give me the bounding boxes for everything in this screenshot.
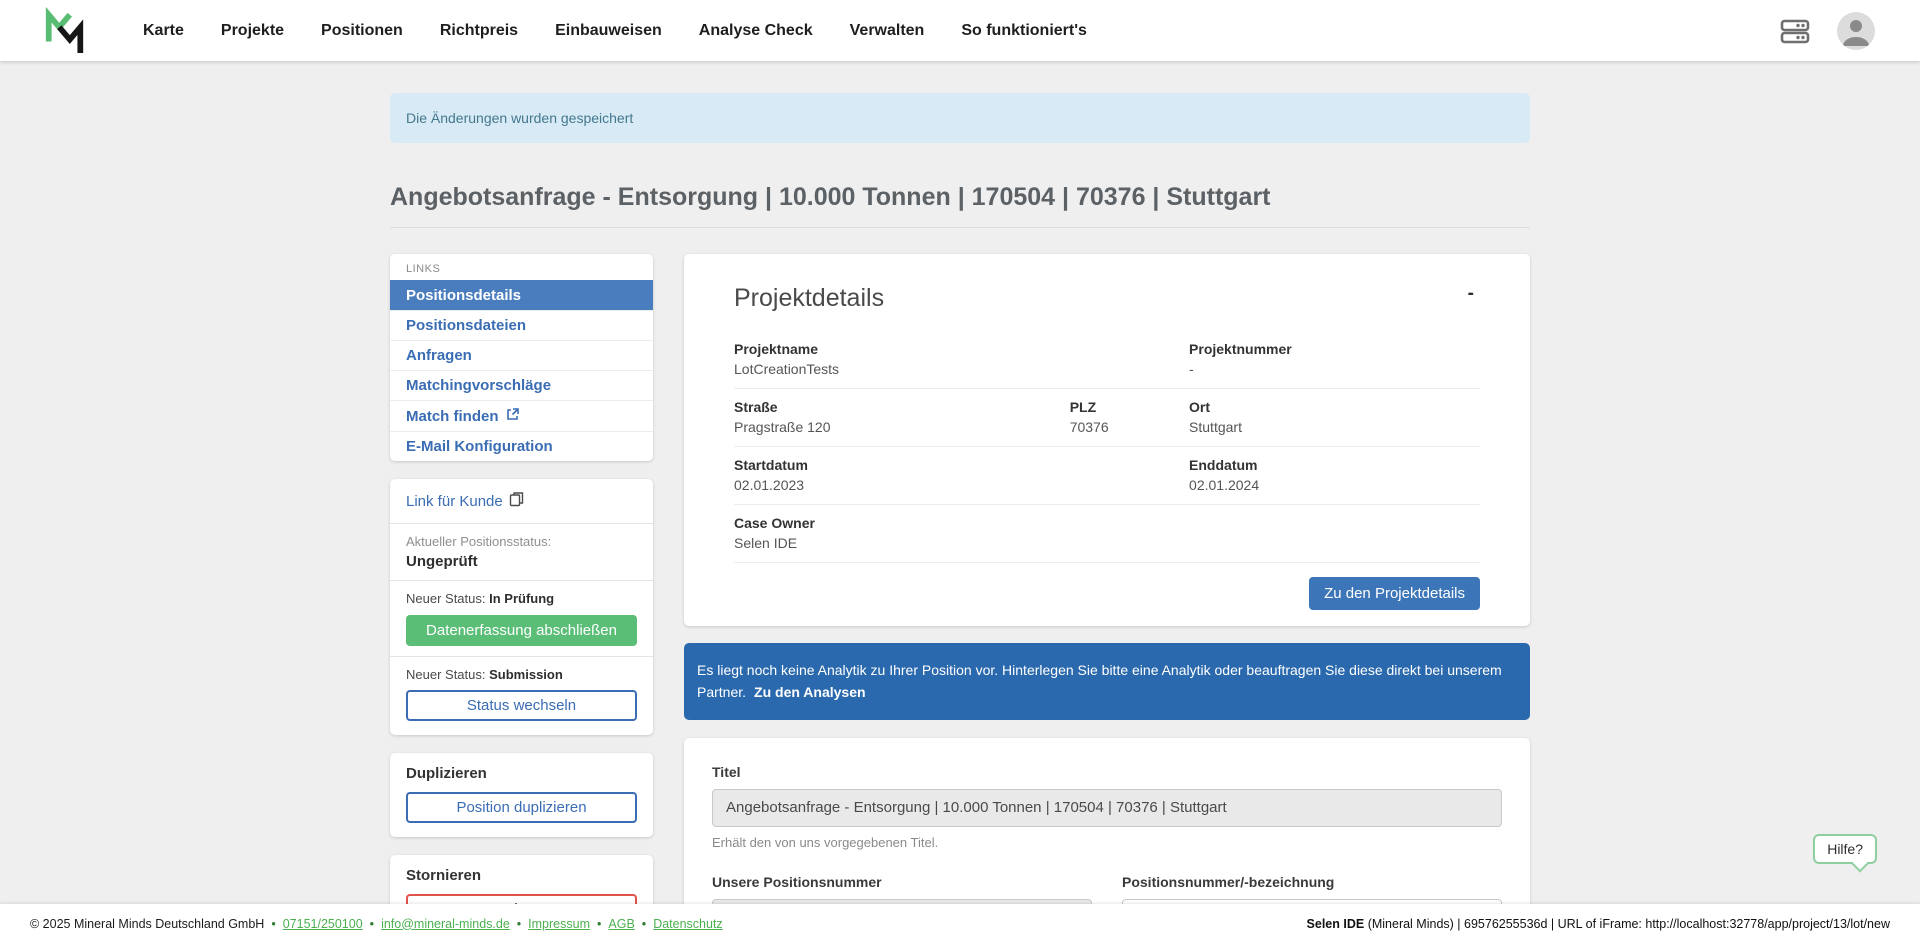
nav-item-analyse-check[interactable]: Analyse Check — [699, 22, 813, 40]
help-button-label: Hilfe? — [1827, 841, 1863, 857]
projektname-value: LotCreationTests — [734, 361, 1189, 377]
titel-label: Titel — [712, 764, 1502, 780]
analytics-banner: Es liegt noch keine Analytik zu Ihrer Po… — [684, 643, 1530, 720]
footer-phone-link[interactable]: 07151/250100 — [283, 917, 363, 931]
projektname-label: Projektname — [734, 341, 1189, 357]
sidebar-item-matchingvorschlaege[interactable]: Matchingvorschläge — [390, 370, 653, 400]
enddatum-label: Enddatum — [1189, 457, 1480, 473]
project-details-card: Projektdetails - Projektname LotCreation… — [684, 254, 1530, 626]
current-status-value: Ungeprüft — [406, 553, 637, 570]
footer-copyright: © 2025 Mineral Minds Deutschland GmbH — [30, 917, 264, 931]
startdatum-value: 02.01.2023 — [734, 477, 1189, 493]
new-status-2-value: Submission — [489, 667, 563, 682]
page-title: Angebotsanfrage - Entsorgung | 10.000 To… — [390, 183, 1530, 228]
footer-separator: • — [597, 917, 601, 931]
footer-agb-link[interactable]: AGB — [608, 917, 634, 931]
footer-session-details: (Mineral Minds) | 69576255536d | URL of … — [1364, 917, 1890, 931]
nav-item-karte[interactable]: Karte — [143, 22, 184, 40]
duplicate-card-title: Duplizieren — [406, 765, 637, 782]
copy-icon[interactable] — [509, 491, 524, 511]
cancel-card: Stornieren Stornieren — [390, 855, 653, 904]
case-owner-label: Case Owner — [734, 515, 815, 531]
sidebar-item-positionsdateien[interactable]: Positionsdateien — [390, 310, 653, 340]
customer-link[interactable]: Link für Kunde — [406, 491, 524, 511]
footer-user-name: Selen IDE — [1307, 917, 1365, 931]
current-status-label: Aktueller Positionsstatus: — [406, 534, 637, 549]
save-success-alert: Die Änderungen wurden gespeichert — [390, 93, 1530, 143]
nav-item-projekte[interactable]: Projekte — [221, 22, 284, 40]
status-card: Link für Kunde Aktueller Positionsstatus… — [390, 479, 653, 735]
footer-separator: • — [642, 917, 646, 931]
case-owner-value: Selen IDE — [734, 535, 815, 551]
page-body: Die Änderungen wurden gespeichert Angebo… — [0, 61, 1920, 904]
startdatum-label: Startdatum — [734, 457, 1189, 473]
new-status-line-2: Neuer Status: Submission — [406, 667, 637, 682]
titel-help: Erhält den von uns vorgegebenen Titel. — [712, 835, 1502, 850]
links-card-header: LINKS — [390, 254, 653, 280]
projektnummer-label: Projektnummer — [1189, 341, 1480, 357]
customer-link-label: Link für Kunde — [406, 493, 503, 510]
server-icon[interactable] — [1779, 17, 1811, 45]
plz-label: PLZ — [1070, 399, 1189, 415]
footer-separator: • — [370, 917, 374, 931]
footer-email-link[interactable]: info@mineral-minds.de — [381, 917, 510, 931]
links-card: LINKS Positionsdetails Positionsdateien … — [390, 254, 653, 461]
switch-status-button[interactable]: Status wechseln — [406, 690, 637, 721]
project-row-case-owner: Case Owner Selen IDE — [734, 505, 1480, 563]
help-button[interactable]: Hilfe? — [1813, 834, 1877, 864]
new-status-line-1: Neuer Status: In Prüfung — [406, 591, 637, 606]
nav-item-positionen[interactable]: Positionen — [321, 22, 403, 40]
sidebar-item-match-finden[interactable]: Match finden — [390, 400, 653, 431]
duplicate-position-button[interactable]: Position duplizieren — [406, 792, 637, 823]
complete-data-entry-button[interactable]: Datenerfassung abschließen — [406, 615, 637, 646]
enddatum-value: 02.01.2024 — [1189, 477, 1480, 493]
external-link-icon — [506, 407, 520, 425]
sidebar-item-label: Match finden — [406, 408, 499, 425]
cancel-card-title: Stornieren — [406, 867, 637, 884]
mineral-minds-logo-icon[interactable] — [43, 7, 87, 55]
sidebar-item-email-konfiguration[interactable]: E-Mail Konfiguration — [390, 431, 653, 461]
nav-item-richtpreis[interactable]: Richtpreis — [440, 22, 518, 40]
titel-input — [712, 789, 1502, 827]
sidebar-item-positionsdetails[interactable]: Positionsdetails — [390, 280, 653, 310]
project-row-address: Straße Pragstraße 120 PLZ 70376 Ort Stut… — [734, 389, 1480, 447]
strasse-label: Straße — [734, 399, 1070, 415]
footer-datenschutz-link[interactable]: Datenschutz — [653, 917, 722, 931]
footer-session-info: Selen IDE (Mineral Minds) | 69576255536d… — [1307, 917, 1890, 931]
strasse-value: Pragstraße 120 — [734, 419, 1070, 435]
nav-item-einbauweisen[interactable]: Einbauweisen — [555, 22, 662, 40]
main-nav: Karte Projekte Positionen Richtpreis Ein… — [143, 22, 1087, 40]
duplicate-card: Duplizieren Position duplizieren — [390, 753, 653, 837]
collapse-button[interactable]: - — [1462, 284, 1480, 303]
project-row-name-number: Projektname LotCreationTests Projektnumm… — [734, 331, 1480, 389]
projektnummer-value: - — [1189, 361, 1480, 377]
project-row-dates: Startdatum 02.01.2023 Enddatum 02.01.202… — [734, 447, 1480, 505]
footer-separator: • — [517, 917, 521, 931]
ort-value: Stuttgart — [1189, 419, 1480, 435]
new-status-1-value: In Prüfung — [489, 591, 554, 606]
plz-value: 70376 — [1070, 419, 1189, 435]
footer-impressum-link[interactable]: Impressum — [528, 917, 590, 931]
go-to-analyses-link[interactable]: Zu den Analysen — [754, 684, 866, 700]
cancel-dropdown-button[interactable]: Stornieren — [406, 894, 637, 904]
top-navbar: Karte Projekte Positionen Richtpreis Ein… — [0, 0, 1920, 61]
nav-item-verwalten[interactable]: Verwalten — [850, 22, 925, 40]
footer: © 2025 Mineral Minds Deutschland GmbH • … — [0, 904, 1920, 943]
avatar-icon[interactable] — [1837, 12, 1875, 50]
sidebar-item-anfragen[interactable]: Anfragen — [390, 340, 653, 370]
positionsnummer-label: Positionsnummer/-bezeichnung — [1122, 874, 1502, 890]
nav-item-so-funktionierts[interactable]: So funktioniert's — [961, 22, 1087, 40]
footer-separator: • — [271, 917, 275, 931]
go-to-project-details-button[interactable]: Zu den Projektdetails — [1309, 577, 1480, 610]
project-details-title: Projektdetails — [734, 284, 884, 313]
ort-label: Ort — [1189, 399, 1480, 415]
position-form-card: Titel Erhält den von uns vorgegebenen Ti… — [684, 738, 1530, 904]
unsere-positionsnummer-label: Unsere Positionsnummer — [712, 874, 1092, 890]
